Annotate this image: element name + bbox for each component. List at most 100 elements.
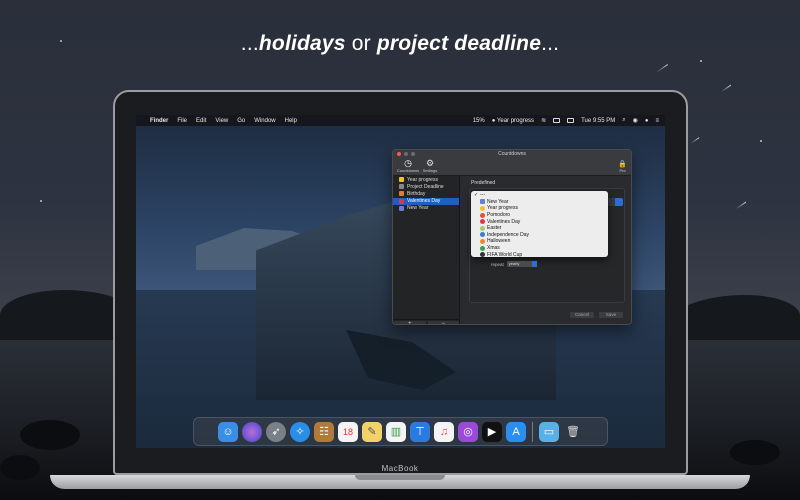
menu-finder[interactable]: Finder (150, 118, 168, 124)
add-countdown-button[interactable]: + (394, 321, 426, 324)
gear-icon: ⚙ (425, 158, 435, 168)
repeat-select[interactable]: yearly (506, 261, 537, 267)
calendar-icon (480, 199, 485, 205)
soccer-ball-icon (480, 252, 485, 258)
podcasts-icon[interactable]: ◎ (458, 421, 478, 442)
notes-icon[interactable]: ✎ (362, 421, 382, 442)
dropdown-item-year-progress[interactable]: Year progress (471, 205, 608, 212)
search-icon[interactable]: ⌕ (622, 117, 625, 124)
dropdown-item-xmas[interactable]: Xmas (471, 245, 608, 252)
dropdown-item-pomodoro[interactable]: Pomodoro (471, 212, 608, 219)
downloads-folder-icon[interactable]: ▭ (539, 421, 559, 442)
contacts-icon[interactable]: ☷ (314, 421, 334, 442)
trash-icon[interactable]: 🗑 (563, 422, 583, 442)
hill-right (670, 295, 800, 345)
heart-icon (480, 219, 485, 225)
user-icon[interactable]: ● (645, 118, 649, 124)
laptop-notch (355, 475, 445, 480)
menu-file[interactable]: File (177, 118, 187, 124)
cancel-button[interactable]: Cancel (570, 312, 594, 318)
dropdown-item-easter[interactable]: Easter (471, 225, 608, 232)
status-year-progress[interactable]: ● Year progress (492, 118, 534, 124)
launchpad-icon[interactable]: ➶ (266, 421, 286, 442)
sidebar-item-valentines-day[interactable]: Valentines Day (393, 197, 459, 205)
battery-icon[interactable] (567, 118, 575, 123)
pumpkin-icon (480, 238, 485, 244)
dock-separator (532, 421, 533, 442)
cake-icon (399, 191, 404, 197)
egg-icon (480, 225, 485, 231)
dock: ☺ ➶ ✧ ☷ 18 ✎ ▥ ⊤ ♫ ◎ ▶ A ▭ 🗑 (193, 417, 608, 446)
finder-icon[interactable]: ☺ (218, 421, 238, 442)
minimize-button[interactable] (404, 152, 408, 156)
sidebar-item-birthday[interactable]: Birthday (393, 190, 459, 197)
tree-icon (480, 245, 485, 251)
menu-edit[interactable]: Edit (196, 118, 206, 124)
dropdown-item-halloween[interactable]: Halloween (471, 238, 608, 245)
control-center-icon[interactable]: ≡ (655, 118, 659, 124)
menu-help[interactable]: Help (285, 118, 297, 124)
sidebar-item-new-year[interactable]: New Year (393, 205, 459, 212)
status-percent[interactable]: 15% (473, 118, 485, 124)
tv-icon[interactable]: ▶ (482, 421, 502, 442)
countdown-sidebar: Year progress Project Deadline Birthday … (393, 176, 460, 324)
predefined-dropdown: ✓ --- New Year Year progress Pomodoro Val… (471, 191, 608, 258)
tab-countdowns[interactable]: ◷ Countdowns (397, 158, 419, 173)
menubar: Finder File Edit View Go Window Help 15%… (136, 115, 665, 126)
sun-icon (480, 205, 485, 211)
airplay-icon[interactable] (553, 118, 561, 123)
menu-window[interactable]: Window (254, 118, 275, 124)
dropdown-item-independence-day[interactable]: Independence Day (471, 232, 608, 239)
clock[interactable]: Tue 9:55 PM (581, 118, 615, 124)
repeat-label: repeat (491, 261, 504, 267)
pro-button[interactable]: 🔒 Pro (618, 160, 627, 173)
dropdown-item-fifa-world-cup[interactable]: FIFA World Cup (471, 251, 608, 258)
heart-icon (399, 198, 404, 204)
window-titlebar[interactable]: Countdowns (393, 150, 631, 158)
wifi-icon[interactable]: ≋ (541, 117, 546, 124)
chevron-down-icon (531, 261, 537, 267)
dropdown-item-none[interactable]: ✓ --- (471, 192, 608, 199)
tab-settings[interactable]: ⚙ Settings (419, 158, 441, 173)
save-button[interactable]: Save (599, 312, 623, 318)
detail-pane: Predefined ✓ --- New Year Year progress P… (463, 176, 631, 324)
sidebar-footer: + − (393, 319, 460, 324)
lock-icon: 🔒 (618, 161, 627, 168)
headline-deadline: project deadline (376, 32, 542, 55)
button-row: Cancel Save (570, 312, 623, 318)
repeat-row: repeat yearly (491, 261, 537, 267)
headline: ...holidays or project deadline... (240, 32, 560, 55)
calendar-icon (399, 205, 404, 211)
document-icon (399, 184, 404, 190)
flag-icon (480, 232, 485, 238)
menu-view[interactable]: View (215, 118, 228, 124)
dropdown-item-valentines-day[interactable]: Valentines Day (471, 218, 608, 225)
dropdown-item-new-year[interactable]: New Year (471, 199, 608, 206)
zoom-button[interactable] (411, 152, 415, 156)
tomato-icon (480, 212, 485, 218)
close-button[interactable] (397, 152, 401, 156)
app-store-icon[interactable]: A (506, 421, 526, 442)
screen: Finder File Edit View Go Window Help 15%… (136, 115, 665, 448)
countdowns-window: Countdowns ◷ Countdowns ⚙ Settings 🔒 Pro… (392, 149, 632, 325)
window-title: Countdowns (498, 151, 526, 157)
device-label: MacBook (381, 464, 419, 473)
menu-go[interactable]: Go (237, 118, 245, 124)
window-toolbar: ◷ Countdowns ⚙ Settings 🔒 Pro (393, 158, 631, 176)
safari-icon[interactable]: ✧ (290, 421, 310, 442)
checkmark-icon: ✓ (474, 192, 479, 199)
calendar-icon[interactable]: 18 (338, 421, 358, 442)
music-icon[interactable]: ♫ (434, 421, 454, 442)
headline-holidays: holidays (258, 32, 346, 55)
clock-icon: ◷ (404, 158, 412, 168)
remove-countdown-button[interactable]: − (427, 321, 459, 324)
siri-icon[interactable] (242, 421, 262, 442)
sun-icon (399, 177, 404, 183)
keynote-icon[interactable]: ⊤ (410, 421, 430, 442)
predefined-label: Predefined (471, 180, 496, 186)
sidebar-item-project-deadline[interactable]: Project Deadline (393, 183, 459, 190)
chevron-down-icon (615, 198, 623, 206)
sidebar-item-year-progress[interactable]: Year progress (393, 176, 459, 183)
numbers-icon[interactable]: ▥ (386, 421, 406, 442)
siri-icon[interactable]: ◉ (633, 117, 638, 124)
